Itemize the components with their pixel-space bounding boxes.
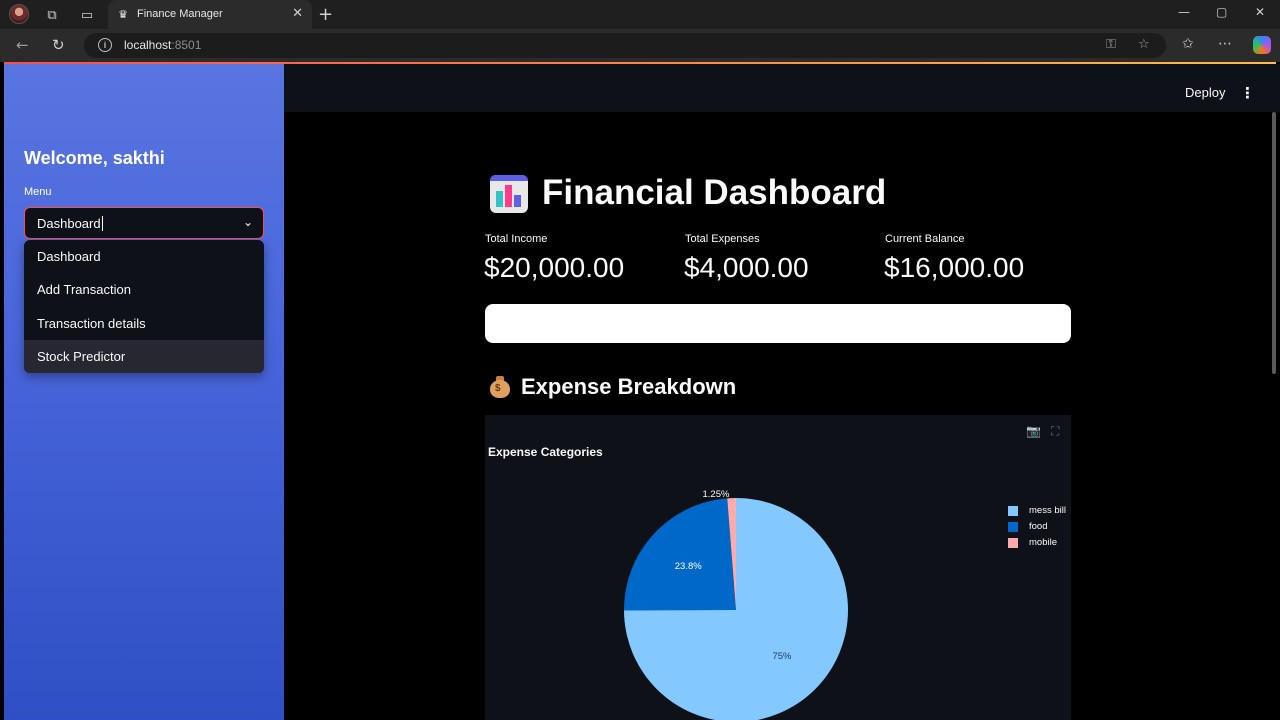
legend-label: mess bill <box>1029 505 1066 516</box>
legend-label: mobile <box>1029 537 1057 548</box>
refresh-icon[interactable]: ↻ <box>52 36 65 54</box>
streamlit-favicon-icon: ♛ <box>118 8 128 21</box>
favorite-star-icon[interactable]: ☆ <box>1138 37 1150 52</box>
new-tab-icon[interactable]: + <box>318 4 333 25</box>
maximize-icon[interactable]: ▢ <box>1216 5 1227 19</box>
metric-value-expenses: $4,000.00 <box>684 252 809 283</box>
address-bar[interactable]: i localhost:8501 ⚿ ☆ <box>84 33 1166 58</box>
url-port: :8501 <box>171 38 202 52</box>
menu-dropdown: Dashboard Add Transaction Transaction de… <box>24 240 264 373</box>
app-header <box>284 64 1280 112</box>
browser-tab[interactable]: ♛ Finance Manager ✕ <box>108 0 312 29</box>
money-bag-dollar: $ <box>495 383 501 394</box>
metric-label-balance: Current Balance <box>885 233 965 245</box>
main-menu-icon[interactable]: ⋮ <box>1240 84 1255 102</box>
bar-chart-emoji-icon <box>490 175 528 213</box>
camera-icon[interactable]: 📷 <box>1026 424 1041 438</box>
metric-label-income: Total Income <box>485 233 548 245</box>
emoji-bar-3 <box>514 195 521 207</box>
profile-avatar[interactable] <box>9 4 29 24</box>
copilot-icon[interactable] <box>1253 36 1271 54</box>
back-icon[interactable]: ← <box>16 36 29 54</box>
legend-swatch <box>1008 506 1018 516</box>
menu-select-value: Dashboard <box>37 216 103 231</box>
scrollbar[interactable] <box>1272 112 1276 374</box>
menu-option-transaction-details[interactable]: Transaction details <box>24 307 264 340</box>
pie-slice-label: 23.8% <box>675 561 702 572</box>
menu-select[interactable]: Dashboard ⌄ <box>24 207 264 239</box>
emoji-bar-1 <box>496 191 503 207</box>
page-title: Financial Dashboard <box>542 173 887 212</box>
browser-toolbar: ← ↻ i localhost:8501 ⚿ ☆ ✩ ⋯ <box>0 29 1280 62</box>
chevron-down-icon[interactable]: ⌄ <box>243 215 253 229</box>
close-window-icon[interactable]: ✕ <box>1255 5 1265 19</box>
section-title: Expense Breakdown <box>521 374 737 399</box>
pie-slice-food[interactable] <box>624 498 736 611</box>
deploy-button[interactable]: Deploy <box>1185 85 1225 100</box>
url-host: localhost <box>124 38 172 52</box>
favorites-icon[interactable]: ✩ <box>1182 36 1194 52</box>
pie-slice-label: 75% <box>772 651 792 662</box>
menu-option-dashboard[interactable]: Dashboard <box>24 240 264 273</box>
emoji-bar-2 <box>505 185 512 207</box>
url-text: localhost:8501 <box>124 38 201 52</box>
menu-selected-text: Dashboard <box>37 216 101 231</box>
legend-swatch <box>1008 522 1018 532</box>
pie-slice-label: 1.25% <box>703 489 730 500</box>
metric-value-balance: $16,000.00 <box>884 252 1025 283</box>
workspaces-icon[interactable]: ⧉ <box>42 5 62 25</box>
browser-titlebar: ⧉ ▭ ♛ Finance Manager ✕ + — ▢ ✕ <box>0 0 1280 29</box>
key-icon[interactable]: ⚿ <box>1106 37 1116 52</box>
expense-progress-bar <box>485 304 1071 343</box>
legend-swatch <box>1008 538 1018 548</box>
tab-actions-icon[interactable]: ▭ <box>77 5 97 25</box>
menu-option-add-transaction[interactable]: Add Transaction <box>24 273 264 306</box>
minimize-icon[interactable]: — <box>1178 5 1190 19</box>
text-caret <box>101 216 103 231</box>
metric-label-expenses: Total Expenses <box>685 233 760 245</box>
more-options-icon[interactable]: ⋯ <box>1218 36 1232 52</box>
welcome-heading: Welcome, sakthi <box>24 148 165 168</box>
metric-value-income: $20,000.00 <box>484 252 625 283</box>
expense-pie-chart: 75% 23.8% 1.25% <box>624 489 848 720</box>
fullscreen-icon[interactable]: ⛶ <box>1051 424 1059 439</box>
menu-label: Menu <box>24 186 52 198</box>
menu-option-stock-predictor[interactable]: Stock Predictor <box>24 339 264 373</box>
emoji-top-bar <box>490 175 528 181</box>
close-tab-icon[interactable]: ✕ <box>292 6 303 21</box>
legend-label: food <box>1029 521 1048 532</box>
site-info-icon[interactable]: i <box>98 38 112 52</box>
money-bag-icon: $ <box>488 374 512 398</box>
chart-title: Expense Categories <box>488 445 603 459</box>
tab-title: Finance Manager <box>137 8 223 20</box>
